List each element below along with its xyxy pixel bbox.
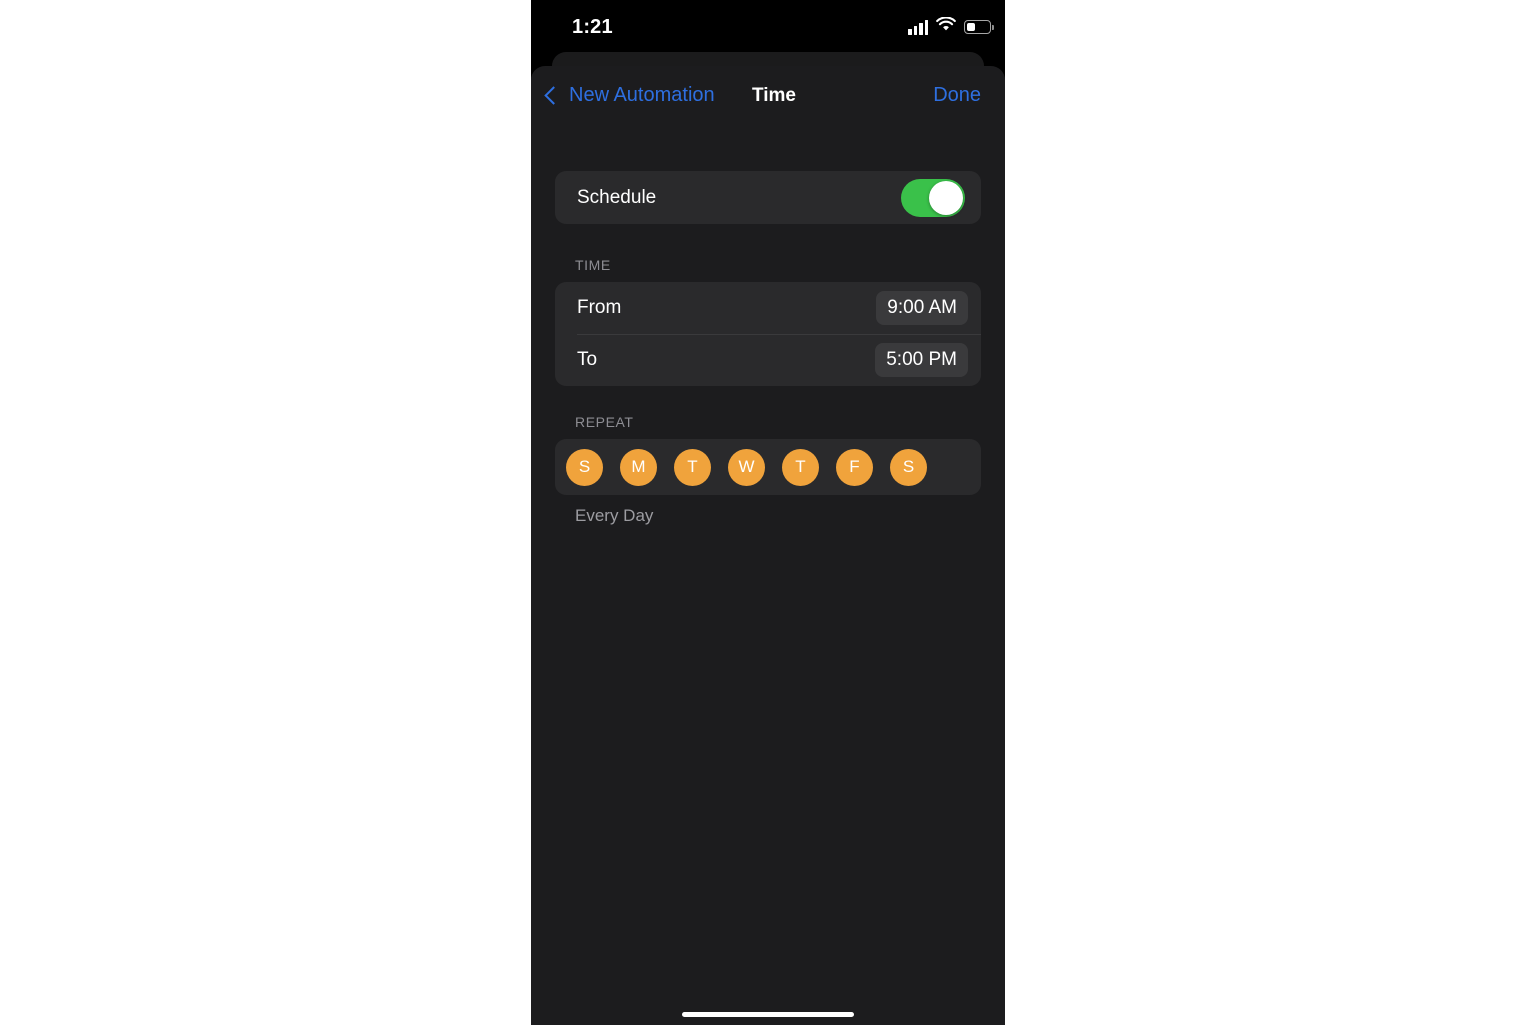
home-indicator[interactable] <box>682 1012 854 1017</box>
battery-icon <box>964 20 994 34</box>
schedule-toggle[interactable] <box>901 178 965 217</box>
time-settings-sheet: New Automation Time Done Schedule TIME F… <box>531 66 1005 1025</box>
to-label: To <box>577 349 598 370</box>
schedule-label: Schedule <box>577 186 657 208</box>
toggle-knob <box>929 180 963 215</box>
day-toggle-friday[interactable]: F <box>836 448 873 486</box>
day-toggle-monday[interactable]: M <box>620 448 657 486</box>
day-toggle-tuesday[interactable]: T <box>674 448 711 486</box>
repeat-days-card: S M T W T F S <box>555 439 981 495</box>
cellular-signal-icon <box>908 19 928 35</box>
navigation-bar: New Automation Time Done <box>531 66 1005 132</box>
time-section-header: TIME <box>575 257 611 273</box>
screenshot-canvas: 1:21 New Automation Time Done Schedule T… <box>0 0 1537 1025</box>
sheet-content: Schedule TIME From 9:00 AM To 5:00 PM RE… <box>531 171 1005 526</box>
repeat-section-header: REPEAT <box>575 414 634 430</box>
time-row-from[interactable]: From 9:00 AM <box>555 282 981 334</box>
done-button[interactable]: Done <box>933 84 981 107</box>
status-bar-icons <box>908 16 994 37</box>
time-card: From 9:00 AM To 5:00 PM <box>555 282 981 386</box>
day-toggle-saturday[interactable]: S <box>890 448 927 486</box>
wifi-icon <box>936 16 956 37</box>
day-toggle-sunday[interactable]: S <box>566 448 603 486</box>
from-label: From <box>577 297 622 318</box>
day-toggle-thursday[interactable]: T <box>782 448 819 486</box>
from-time-value[interactable]: 9:00 AM <box>876 291 968 325</box>
repeat-summary-label: Every Day <box>575 506 654 525</box>
status-bar: 1:21 <box>531 0 1005 52</box>
phone-screen: 1:21 New Automation Time Done Schedule T… <box>531 0 1005 1025</box>
time-row-to[interactable]: To 5:00 PM <box>555 334 981 386</box>
schedule-row[interactable]: Schedule <box>555 171 981 224</box>
to-time-value[interactable]: 5:00 PM <box>875 343 968 377</box>
status-bar-time: 1:21 <box>572 16 613 38</box>
day-toggle-wednesday[interactable]: W <box>728 448 765 486</box>
